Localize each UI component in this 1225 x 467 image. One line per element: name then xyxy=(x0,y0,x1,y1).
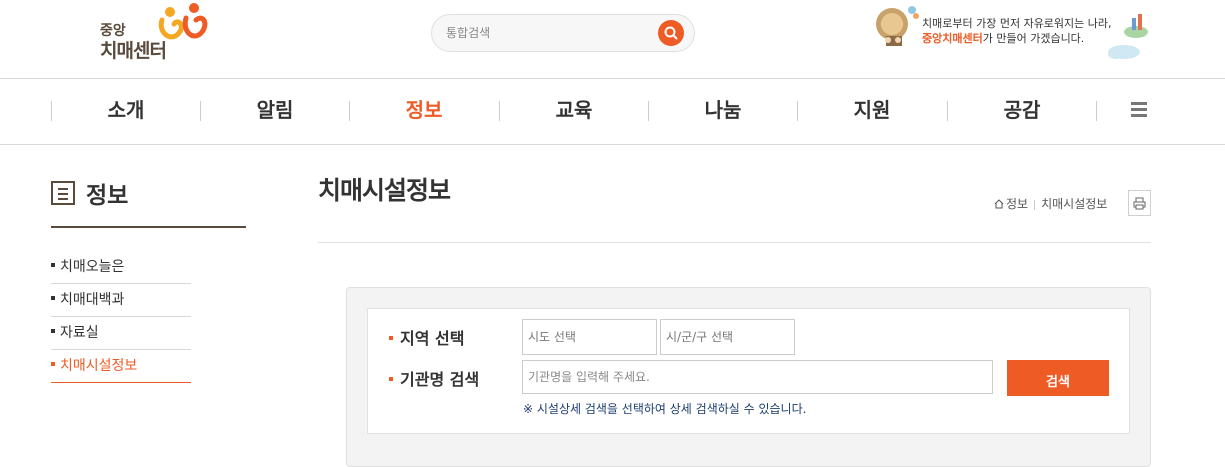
global-search-button[interactable] xyxy=(658,20,684,46)
nav-item-info[interactable]: 정보 xyxy=(349,79,499,143)
site-logo[interactable]: 중앙 치매센터 xyxy=(100,2,212,62)
site-header: 중앙 치매센터 치매로부터 가장 먼저 자유로워지는 나라, 중앙치매센터가 만… xyxy=(0,0,1225,79)
region-label-text: 지역 선택 xyxy=(400,329,465,348)
search-icon xyxy=(664,26,678,40)
nav-item-education[interactable]: 교육 xyxy=(499,79,649,143)
side-title-underline xyxy=(51,226,246,228)
home-icon[interactable] xyxy=(994,199,1004,209)
bullet-icon xyxy=(389,376,393,381)
nav-item-support[interactable]: 지원 xyxy=(797,79,947,143)
side-title: 정보 xyxy=(86,183,129,209)
side-item-label: 자료실 xyxy=(60,325,99,341)
page-title: 치매시설정보 xyxy=(318,176,451,205)
nav-item-notice[interactable]: 알림 xyxy=(200,79,350,143)
search-note: ※ 시설상세 검색을 선택하여 상세 검색하실 수 있습니다. xyxy=(523,402,807,416)
side-item-encyclopedia[interactable]: 치매대백과 xyxy=(51,284,191,317)
side-item-label: 치매시설정보 xyxy=(60,358,138,374)
breadcrumb-separator xyxy=(1034,199,1036,210)
print-icon xyxy=(1133,197,1146,210)
nav-item-empathy[interactable]: 공감 xyxy=(947,79,1097,143)
bullet-icon xyxy=(51,362,55,366)
hamburger-icon[interactable] xyxy=(1131,102,1147,118)
sido-select[interactable]: 시도 선택 xyxy=(522,319,657,355)
side-item-archive[interactable]: 자료실 xyxy=(51,317,191,350)
slogan-highlight: 중앙치매센터 xyxy=(922,32,983,45)
nav-item-intro[interactable]: 소개 xyxy=(51,79,201,143)
nav-item-sharing[interactable]: 나눔 xyxy=(648,79,798,143)
main-navigation: 소개 알림 정보 교육 나눔 지원 공감 xyxy=(0,79,1225,145)
breadcrumb-item[interactable]: 정보 xyxy=(1006,197,1028,211)
slogan-text: 치매로부터 가장 먼저 자유로워지는 나라, 중앙치매센터가 만들어 가겠습니다… xyxy=(922,16,1112,46)
slogan-balloon-illustration xyxy=(876,6,919,46)
facility-name-input[interactable] xyxy=(522,360,993,394)
bullet-icon xyxy=(51,263,55,267)
side-item-dementia-today[interactable]: 치매오늘은 xyxy=(51,251,191,284)
bullet-icon xyxy=(51,296,55,300)
title-divider xyxy=(318,242,1151,243)
slogan-line1: 치매로부터 가장 먼저 자유로워지는 나라, xyxy=(922,17,1112,30)
bullet-icon xyxy=(51,329,55,333)
slogan-line2: 중앙치매센터가 만들어 가겠습니다. xyxy=(922,31,1112,46)
global-search-input[interactable] xyxy=(446,15,656,51)
breadcrumb-current: 치매시설정보 xyxy=(1041,197,1108,211)
side-item-label: 치매오늘은 xyxy=(60,259,125,275)
name-search-label: 기관명 검색 xyxy=(389,366,479,390)
side-item-label: 치매대백과 xyxy=(60,292,125,308)
name-search-label-text: 기관명 검색 xyxy=(400,370,480,389)
breadcrumb: 정보 치매시설정보 xyxy=(994,195,1107,212)
nav-separator xyxy=(1096,101,1097,121)
document-icon xyxy=(51,181,75,205)
logo-mark-icon xyxy=(158,3,208,40)
sigungu-select[interactable]: 시/군/구 선택 xyxy=(660,319,795,355)
print-button[interactable] xyxy=(1128,190,1151,216)
region-label: 지역 선택 xyxy=(389,325,464,349)
facility-search-button[interactable]: 검색 xyxy=(1007,360,1109,396)
slogan-line2-rest: 가 만들어 가겠습니다. xyxy=(982,32,1085,45)
slogan-cloud-decoration xyxy=(1108,14,1148,59)
global-search-box xyxy=(431,14,695,52)
bullet-icon xyxy=(389,335,393,340)
side-item-facility-info[interactable]: 치매시설정보 xyxy=(51,350,191,383)
